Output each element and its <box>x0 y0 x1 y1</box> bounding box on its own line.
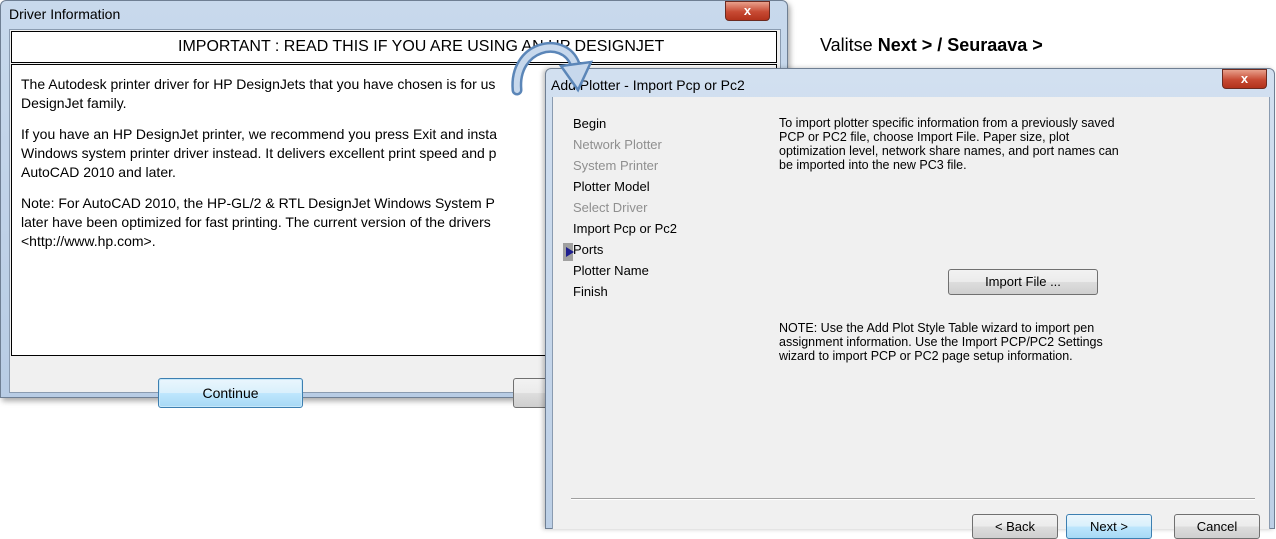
window-title: Driver Information <box>9 6 121 22</box>
step-finish: Finish <box>573 284 608 299</box>
continue-button[interactable]: Continue <box>158 378 303 408</box>
step-network-plotter: Network Plotter <box>573 137 662 152</box>
step-plotter-name: Plotter Name <box>573 263 649 278</box>
caption-bold: Next > / Seuraava > <box>877 35 1043 55</box>
divider <box>571 498 1255 500</box>
close-button[interactable]: x <box>725 1 770 21</box>
intro-text: To import plotter specific information f… <box>779 116 1119 172</box>
instruction-caption: Valitse Next > / Seuraava > <box>820 35 1043 56</box>
step-import-pcp-or-pc2: Import Pcp or Pc2 <box>573 221 678 236</box>
cancel-button[interactable]: Cancel <box>1174 514 1260 539</box>
warning-header: IMPORTANT : READ THIS IF YOU ARE USING A… <box>11 31 777 63</box>
step-begin: Begin <box>573 116 607 131</box>
step-plotter-model: Plotter Model <box>573 179 650 194</box>
close-button[interactable]: x <box>1222 69 1267 89</box>
add-plotter-window: Add Plotter - Import Pcp or Pc2 x Begin … <box>545 68 1275 539</box>
step-system-printer: System Printer <box>573 158 659 173</box>
step-select-driver: Select Driver <box>573 200 648 215</box>
wizard-content: Begin Network Plotter System Printer Plo… <box>552 97 1270 539</box>
curved-arrow-icon <box>511 42 594 96</box>
caption-prefix: Valitse <box>820 35 878 55</box>
note-text: NOTE: Use the Add Plot Style Table wizar… <box>779 321 1103 363</box>
next-button[interactable]: Next > <box>1066 514 1152 539</box>
import-file-button[interactable]: Import File ... <box>948 269 1098 295</box>
back-button[interactable]: < Back <box>972 514 1058 539</box>
step-ports: Ports <box>573 242 604 257</box>
